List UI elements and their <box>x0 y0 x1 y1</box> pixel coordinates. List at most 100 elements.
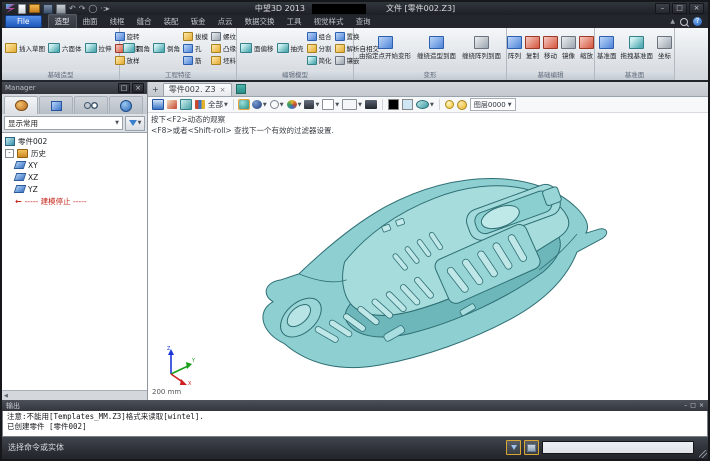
tab-stitch[interactable]: 缝合 <box>131 15 158 28</box>
tab-surface[interactable]: 曲面 <box>77 15 104 28</box>
quick-access-more-icon[interactable]: ·:▸ <box>100 5 109 13</box>
history-manager-tab[interactable] <box>4 96 38 114</box>
output-close-button[interactable]: × <box>699 402 704 409</box>
lip-button[interactable]: 凸缘 <box>211 43 236 53</box>
new-file-icon[interactable] <box>18 4 26 14</box>
mirror-button[interactable]: 镜像 <box>561 36 576 60</box>
fillet-button[interactable]: 圆角 <box>123 43 150 53</box>
tree-item-plane-xz[interactable]: XZ <box>5 171 147 183</box>
chart-icon[interactable] <box>195 100 205 109</box>
part-model[interactable] <box>148 113 708 400</box>
tab-visualstyle[interactable]: 视觉样式 <box>308 15 350 28</box>
viewport-layout-dropdown[interactable]: ▼ <box>322 99 339 110</box>
search-icon[interactable] <box>680 18 688 26</box>
simplify-button[interactable]: 简化 <box>307 55 332 65</box>
output-maximize-button[interactable]: □ <box>690 402 696 409</box>
datum-plane-button[interactable]: 基准面 <box>597 36 617 60</box>
drag-datum-button[interactable]: 拖拽基准面 <box>621 36 654 60</box>
wrap-pattern-button[interactable]: 缠绕阵列到面 <box>462 36 501 60</box>
tree-item-history[interactable]: - 历史 <box>5 147 147 159</box>
layer-color-icon[interactable] <box>457 100 467 110</box>
face-offset-button[interactable]: 面偏移 <box>240 43 274 53</box>
solid-display-icon[interactable] <box>180 99 192 110</box>
save-icon[interactable] <box>43 4 53 14</box>
shade-mode-dropdown[interactable]: ▼ <box>252 100 267 109</box>
display-toggle-button[interactable] <box>524 440 539 455</box>
scale-button[interactable]: 缩放 <box>579 36 594 60</box>
assembly-manager-tab[interactable] <box>39 96 73 114</box>
manager-maximize-button[interactable]: □ <box>118 83 130 93</box>
render-style-dropdown[interactable]: ▼ <box>287 100 302 109</box>
maximize-button[interactable]: □ <box>672 3 687 14</box>
wireframe-dropdown[interactable]: ▼ <box>270 100 284 109</box>
ribbon-collapse-icon[interactable]: ▲ <box>670 18 675 25</box>
help-icon[interactable]: ? <box>693 17 702 26</box>
pick-filter-button[interactable] <box>506 440 521 455</box>
file-menu-button[interactable]: File <box>5 15 42 28</box>
move-button[interactable]: 移动 <box>543 36 558 60</box>
undo-icon[interactable]: ↶ <box>69 5 76 13</box>
manager-hscrollbar[interactable]: ◀ <box>2 390 147 400</box>
monitor-icon[interactable] <box>365 100 377 109</box>
thread-button[interactable]: 螺纹 <box>211 31 236 41</box>
shell-button[interactable]: 抽壳 <box>277 43 304 53</box>
csys-button[interactable]: 坐标 <box>657 36 672 60</box>
brush-icon[interactable] <box>167 100 177 109</box>
face-color-swatch[interactable] <box>388 99 399 110</box>
display-filter-select[interactable]: 显示常用 ▼ <box>4 116 123 130</box>
scroll-left-icon[interactable]: ◀ <box>2 393 8 399</box>
tree-item-plane-yz[interactable]: YZ <box>5 183 147 195</box>
tree-item-model-stop[interactable]: ← ----- 建模停止 ----- <box>5 195 147 207</box>
tab-tools[interactable]: 工具 <box>281 15 308 28</box>
pattern-button[interactable]: 阵列 <box>507 36 522 60</box>
output-log[interactable]: 注意:不能用[Templates_MM.Z3]格式来读取[wintel]. 已创… <box>2 411 708 437</box>
new-tab-button[interactable]: + <box>152 85 159 94</box>
stock-button[interactable]: 坯料 <box>211 55 236 65</box>
draft-button[interactable]: 拔模 <box>183 31 208 41</box>
tab-dataexchange[interactable]: 数据交换 <box>239 15 281 28</box>
tab-assembly[interactable]: 装配 <box>158 15 185 28</box>
document-tab-close-icon[interactable]: × <box>220 86 226 94</box>
tab-pointcloud[interactable]: 点云 <box>212 15 239 28</box>
box-button[interactable]: 六面体 <box>48 43 82 53</box>
open-file-icon[interactable] <box>29 4 40 13</box>
manager-close-button[interactable]: × <box>132 83 144 93</box>
insert-sketch-button[interactable]: 插入草图 <box>5 43 45 53</box>
close-button[interactable]: × <box>689 3 704 14</box>
tree-item-plane-xy[interactable]: XY <box>5 159 147 171</box>
document-tab[interactable]: 零件002. Z3 × <box>163 83 232 96</box>
tab-shape[interactable]: 造型 <box>48 14 77 29</box>
visibility-manager-tab[interactable] <box>74 96 108 114</box>
tab-wireframe[interactable]: 线框 <box>104 15 131 28</box>
wrap-shape-button[interactable]: 缠绕造型到面 <box>417 36 456 60</box>
tab-inquire[interactable]: 查询 <box>350 15 377 28</box>
extrude-button[interactable]: 拉伸 <box>85 43 112 53</box>
filter-funnel-button[interactable]: ▼ <box>125 116 145 131</box>
morph-point-button[interactable]: 由指定点开始变形 <box>359 36 411 60</box>
tab-sheetmetal[interactable]: 钣金 <box>185 15 212 28</box>
pick-mode-icon[interactable] <box>152 99 164 110</box>
background-dropdown[interactable]: ▼ <box>304 100 319 109</box>
view-orient-icon[interactable] <box>239 100 249 109</box>
lens-dropdown[interactable]: ▼ <box>416 100 434 109</box>
edge-color-swatch[interactable] <box>402 99 413 110</box>
rib-button[interactable]: 筋 <box>183 55 208 65</box>
copy-button[interactable]: 复制 <box>525 36 540 60</box>
combine-button[interactable]: 组合 <box>307 31 332 41</box>
filter-scope-dropdown[interactable]: 全部 ▼ <box>208 99 228 110</box>
minimize-button[interactable]: – <box>655 3 670 14</box>
print-icon[interactable] <box>56 4 66 14</box>
model-canvas[interactable]: 按下<F2>动态的观察 <F8>或者<Shift-roll> 查找下一个有效的过… <box>148 113 708 400</box>
resize-grip[interactable] <box>699 450 707 458</box>
hole-button[interactable]: 孔 <box>183 43 208 53</box>
window-dropdown[interactable]: ▼ <box>342 99 362 110</box>
tree-item-part[interactable]: 零件002 <box>5 135 147 147</box>
output-pin-button[interactable]: – <box>684 402 687 409</box>
bulb-icon[interactable] <box>445 100 454 109</box>
regen-icon[interactable]: ◯ <box>88 5 97 13</box>
collapse-expander-icon[interactable]: - <box>5 149 14 158</box>
chamfer-button[interactable]: 倒角 <box>153 43 180 53</box>
layer-dropdown[interactable]: 图层0000 ▼ <box>470 98 516 111</box>
visual-manager-tab[interactable] <box>109 96 143 114</box>
redo-icon[interactable]: ↷ <box>79 5 86 13</box>
